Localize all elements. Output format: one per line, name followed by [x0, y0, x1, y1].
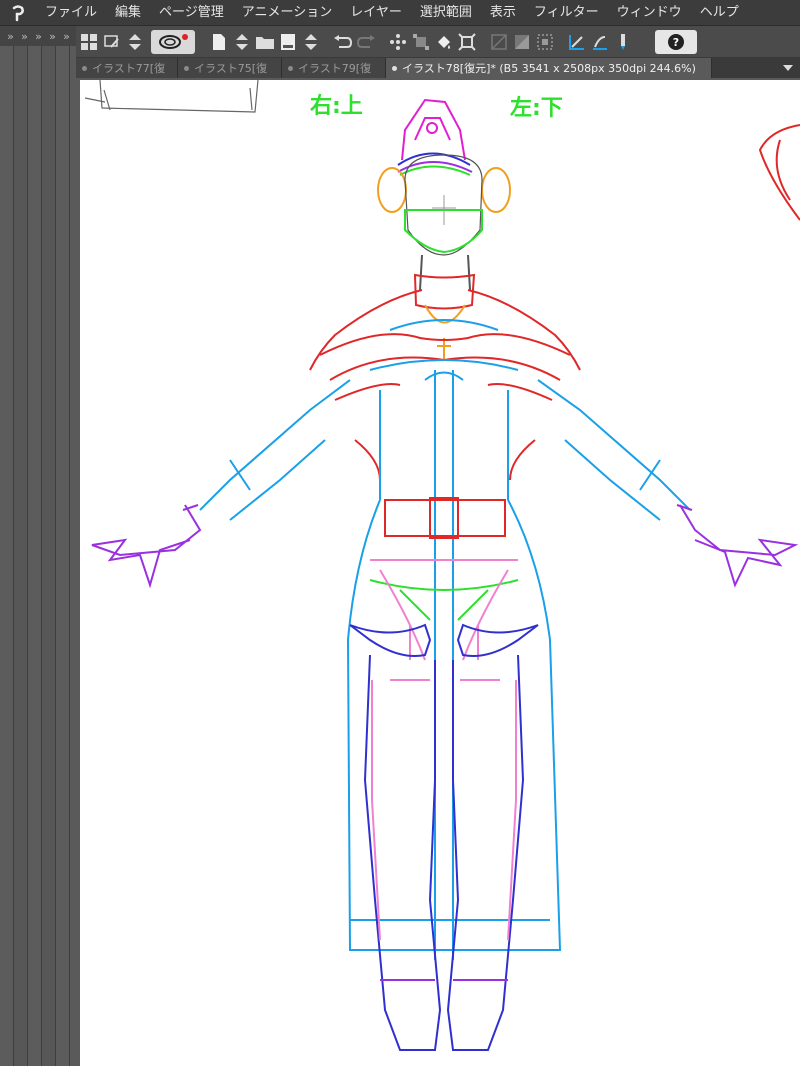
up-down-icon[interactable] [231, 30, 253, 54]
gloves [91, 504, 799, 589]
menu-layer[interactable]: レイヤー [341, 0, 411, 26]
canvas-area: 右:上 左:下 [76, 78, 800, 1066]
belt [384, 497, 506, 539]
rough-sketch-fragment [84, 80, 259, 113]
face [404, 154, 483, 256]
collapsed-palette[interactable] [0, 46, 14, 1066]
selection-border-icon[interactable] [534, 30, 556, 54]
collapsed-palette[interactable] [42, 46, 56, 1066]
headdress [397, 98, 473, 176]
toolbar-separator [378, 30, 386, 54]
menu-filter[interactable]: フィルター [525, 0, 608, 26]
collar [413, 254, 476, 360]
pen-icon[interactable] [612, 30, 634, 54]
up-down-icon[interactable] [300, 30, 322, 54]
expand-arrow-icon[interactable]: » [44, 30, 58, 43]
collapsed-palette[interactable] [14, 46, 28, 1066]
toolbar-separator [199, 30, 207, 54]
tab-dot-icon [392, 65, 397, 71]
new-file-icon[interactable] [208, 30, 230, 54]
invert-selection-icon[interactable] [511, 30, 533, 54]
tab-label: イラスト75[復 [194, 62, 268, 75]
tab-label: イラスト77[復 [92, 62, 166, 75]
svg-text:?: ? [673, 36, 679, 49]
document-tab[interactable]: イラスト77[復 [76, 58, 178, 78]
undo-icon[interactable] [332, 30, 354, 54]
menu-edit[interactable]: 編集 [106, 0, 150, 26]
menu-view[interactable]: 表示 [481, 0, 525, 26]
expand-arrow-icon[interactable]: » [2, 30, 16, 43]
tab-label: イラスト78[復元]* (B5 3541 x 2508px 350dpi 244… [402, 62, 696, 75]
legs [349, 623, 539, 1051]
document-tab-bar: イラスト77[復 イラスト75[復 イラスト79[復 イラスト78[復元]* (… [76, 58, 800, 78]
red-sketch-fragment [758, 124, 800, 221]
tab-dot-icon [288, 65, 293, 71]
open-folder-icon[interactable] [254, 30, 276, 54]
menu-window[interactable]: ウィンドウ [608, 0, 691, 26]
help-icon[interactable]: ? [655, 29, 697, 54]
command-bar: ? [76, 26, 800, 58]
expand-arrow-icon[interactable]: » [16, 30, 30, 43]
redo-icon[interactable] [355, 30, 377, 54]
cape [309, 289, 581, 481]
document-tab[interactable]: イラスト75[復 [178, 58, 282, 78]
collapsed-palette[interactable] [56, 46, 70, 1066]
ruler-pen-icon[interactable] [566, 30, 588, 54]
document-tab[interactable]: イラスト79[復 [282, 58, 386, 78]
fill-icon[interactable] [433, 30, 455, 54]
tab-label: イラスト79[復 [298, 62, 372, 75]
document-tab-active[interactable]: イラスト78[復元]* (B5 3541 x 2508px 350dpi 244… [386, 58, 712, 78]
scatter-icon[interactable] [387, 30, 409, 54]
clear-selection-icon[interactable] [488, 30, 510, 54]
toolbar-separator [323, 30, 331, 54]
up-down-icon[interactable] [124, 30, 146, 54]
menu-help[interactable]: ヘルプ [691, 0, 748, 26]
tab-dot-icon [184, 65, 189, 71]
save-icon[interactable] [277, 30, 299, 54]
expand-arrow-icon[interactable]: » [58, 30, 72, 43]
tab-dot-icon [82, 65, 87, 71]
ruler-curve-icon[interactable] [589, 30, 611, 54]
menu-page[interactable]: ページ管理 [150, 0, 233, 26]
grid-icon[interactable] [78, 30, 100, 54]
palette-expand-row[interactable]: » » » » » [0, 26, 76, 46]
menu-file[interactable]: ファイル [36, 0, 106, 26]
brush-icon[interactable] [101, 30, 123, 54]
character-sketch [84, 80, 800, 1051]
torso [199, 319, 691, 960]
drawing-canvas[interactable]: 右:上 左:下 [80, 80, 800, 1066]
app-logo-icon[interactable] [0, 0, 36, 26]
menu-animation[interactable]: アニメーション [233, 0, 341, 26]
collapsed-palette[interactable] [28, 46, 42, 1066]
toolbar-separator [557, 30, 565, 54]
menu-selection[interactable]: 選択範囲 [411, 0, 481, 26]
toolbar-separator [479, 30, 487, 54]
menu-bar: ファイル 編集 ページ管理 アニメーション レイヤー 選択範囲 表示 フィルター… [0, 0, 800, 26]
lasso-icon[interactable] [151, 29, 195, 54]
expand-arrow-icon[interactable]: » [30, 30, 44, 43]
garter [369, 559, 519, 661]
transform-icon[interactable] [410, 30, 432, 54]
collapsed-palette-strip: » » » » » [0, 26, 76, 1066]
tab-list-dropdown-icon[interactable] [776, 58, 800, 78]
crop-icon[interactable] [456, 30, 478, 54]
